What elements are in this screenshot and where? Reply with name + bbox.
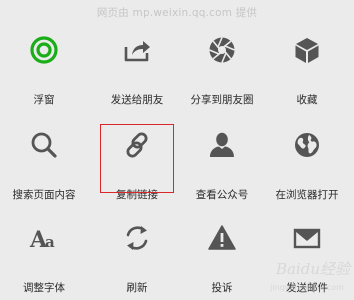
svg-text:a: a [45, 233, 55, 251]
menu-item-search-page[interactable]: 搜索页面内容 [0, 113, 88, 205]
copy-link-highlight-box [100, 124, 174, 193]
share-arrow-icon [124, 41, 150, 62]
menu-item-adjust-font[interactable]: A a 调整字体 [0, 206, 88, 298]
menu-item-report[interactable]: 投诉 [178, 206, 266, 298]
refresh-icon [126, 226, 148, 250]
favorite-cube-icon [295, 38, 319, 63]
mail-icon [293, 228, 321, 249]
menu-item-favorite[interactable]: 收藏 [263, 18, 351, 110]
share-menu-sheet: 网页由 mp.weixin.qq.com 提供 浮窗 发送给朋友 分享到朋友圈 … [0, 0, 354, 300]
menu-item-floating-window[interactable]: 浮窗 [0, 18, 88, 110]
menu-item-share-moments[interactable]: 分享到朋友圈 [178, 18, 266, 110]
menu-item-label: 投诉 [211, 282, 233, 294]
menu-item-label: 查看公众号 [195, 189, 249, 201]
menu-item-refresh[interactable]: 刷新 [93, 206, 181, 298]
menu-item-label: 收藏 [296, 94, 318, 106]
menu-item-label: 搜索页面内容 [12, 189, 76, 201]
person-icon [210, 132, 234, 157]
font-size-icon: A a [29, 227, 55, 253]
menu-item-send-to-friend[interactable]: 发送给朋友 [93, 18, 181, 110]
floating-window-icon [30, 36, 58, 64]
menu-item-open-in-browser[interactable]: 在浏览器打开 [263, 113, 351, 205]
menu-item-label: 发送给朋友 [110, 94, 164, 106]
menu-item-label: 浮窗 [33, 94, 55, 106]
watermark-url: jingyan.baidu.com [270, 283, 344, 292]
menu-item-label: 分享到朋友圈 [190, 94, 254, 106]
watermark: Baidu经验 [275, 260, 350, 278]
moments-shutter-icon [209, 37, 235, 63]
search-icon [31, 132, 57, 158]
menu-item-label: 调整字体 [23, 282, 65, 294]
menu-item-label: 在浏览器打开 [275, 189, 339, 201]
globe-icon [295, 133, 319, 157]
menu-item-label: 刷新 [126, 282, 148, 294]
menu-item-view-official-account[interactable]: 查看公众号 [178, 113, 266, 205]
warning-icon [208, 225, 236, 250]
